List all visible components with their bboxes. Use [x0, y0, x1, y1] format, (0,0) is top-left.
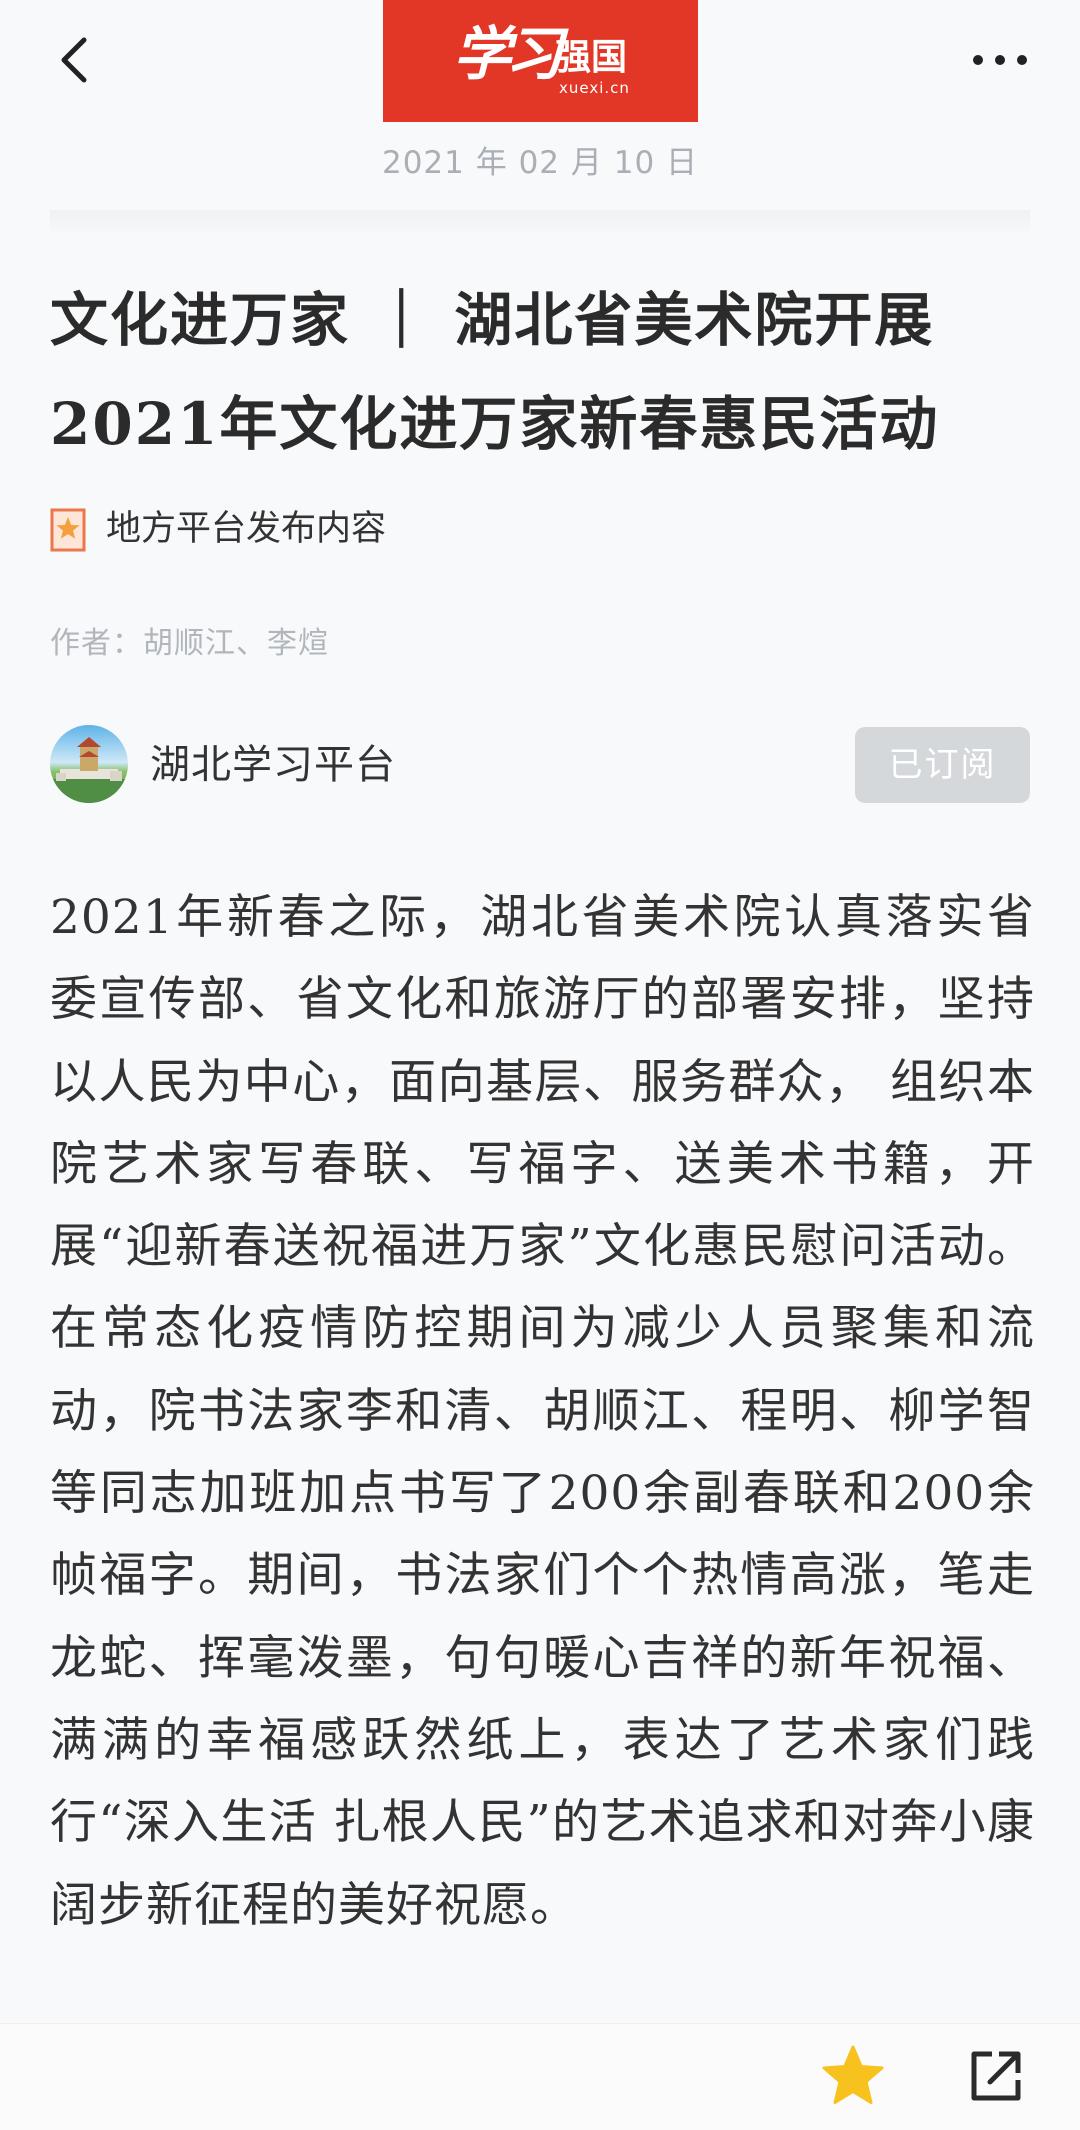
favorite-button[interactable]: [820, 2044, 886, 2108]
channel-name[interactable]: 湖北学习平台: [150, 740, 396, 790]
subscribed-button[interactable]: 已订阅: [855, 727, 1030, 803]
source-label: 地方平台发布内容: [106, 509, 387, 549]
logo-script: 学习: [453, 20, 563, 88]
more-button[interactable]: [968, 42, 1032, 78]
more-horizontal-icon: [973, 55, 1027, 65]
share-external-icon: [971, 2051, 1021, 2101]
star-icon: [822, 2045, 884, 2104]
logo-domain: xuexi.cn: [559, 79, 630, 97]
logo-brand: 强国: [555, 37, 628, 78]
channel-avatar[interactable]: [50, 725, 128, 803]
chevron-left-icon: [61, 37, 87, 83]
star-badge-icon: [50, 508, 86, 552]
back-button[interactable]: [50, 30, 110, 90]
article-page: 学习 强国 xuexi.cn 2021 年 02 月 10 日 文化进万家 ｜ …: [0, 0, 1080, 2130]
section-divider: [50, 210, 1030, 232]
share-button[interactable]: [968, 2048, 1024, 2104]
channel-avatar-image: [50, 737, 128, 803]
author-line: 作者：胡顺江、李煊: [50, 626, 329, 661]
publish-date: 2021 年 02 月 10 日: [381, 145, 699, 181]
article-body: 2021年新春之际，湖北省美术院认真落实省委宣传部、省文化和旅游厅的部署安排，坚…: [50, 890, 1035, 1933]
article-title: 文化进万家 ｜ 湖北省美术院开展2021年文化进万家新春惠民活动: [50, 286, 940, 458]
top-bar: 学习 强国 xuexi.cn: [0, 0, 1080, 125]
xuexi-logo: 学习 强国 xuexi.cn: [383, 0, 698, 122]
bottom-action-bar: [0, 2023, 1080, 2130]
